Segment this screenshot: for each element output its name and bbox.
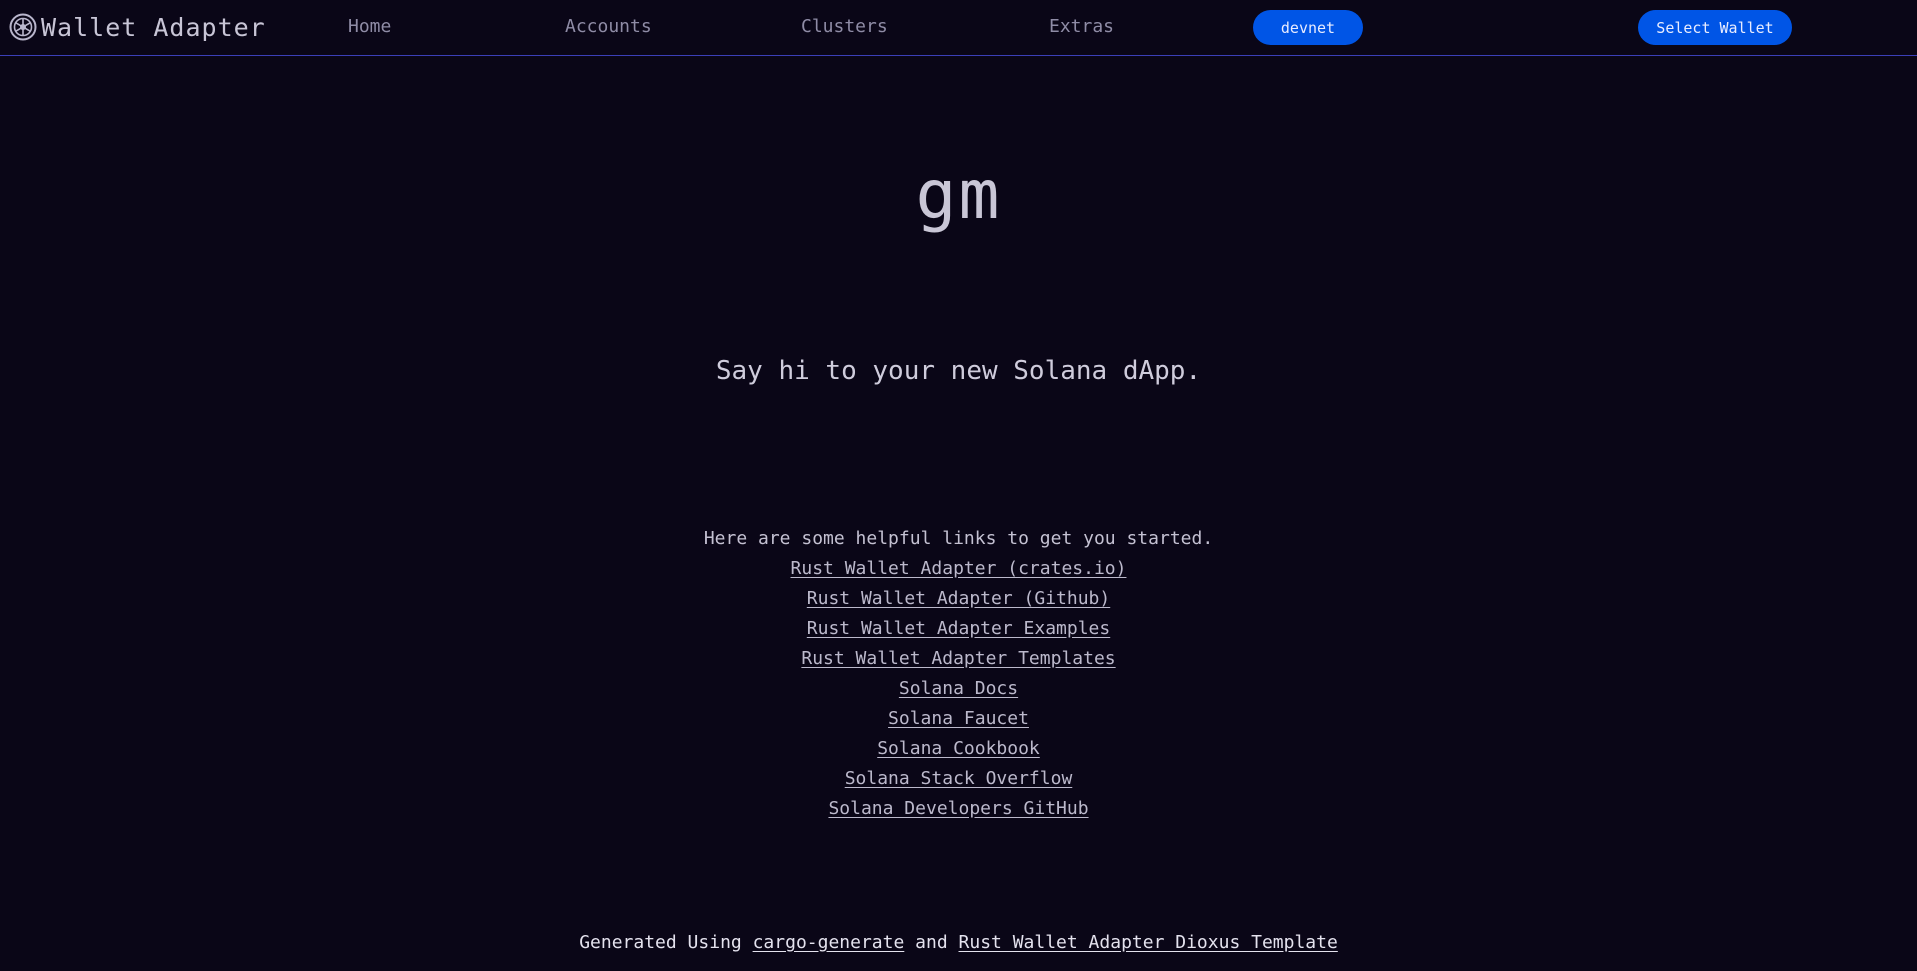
nav-extras-link[interactable]: Extras [1049,16,1114,37]
list-item: Solana Developers GitHub [0,794,1917,824]
brand-home-link[interactable]: Wallet Adapter [9,11,266,43]
cluster-select-button[interactable]: devnet [1253,10,1363,45]
top-navigation-bar: Wallet Adapter Home Accounts Clusters Ex… [0,0,1917,56]
links-intro-text: Here are some helpful links to get you s… [703,528,1214,549]
footer-joiner-text: and [915,932,948,953]
list-item: Solana Stack Overflow [0,764,1917,794]
list-item: Rust Wallet Adapter (Github) [0,584,1917,614]
list-item: Rust Wallet Adapter Templates [0,644,1917,674]
nav-clusters-link[interactable]: Clusters [801,16,888,37]
solana-logo-icon [9,13,37,41]
link-rust-wallet-adapter-crates[interactable]: Rust Wallet Adapter (crates.io) [791,558,1127,579]
nav-accounts-link[interactable]: Accounts [565,16,652,37]
helpful-links-list: Rust Wallet Adapter (crates.io) Rust Wal… [0,554,1917,824]
page-tagline: Say hi to your new Solana dApp. [715,356,1202,386]
list-item: Solana Faucet [0,704,1917,734]
page-title: gm [915,156,1002,235]
list-item: Rust Wallet Adapter Examples [0,614,1917,644]
link-solana-docs[interactable]: Solana Docs [899,678,1018,699]
footer-dioxus-template-link[interactable]: Rust Wallet Adapter Dioxus Template [959,932,1338,953]
link-rust-wallet-adapter-templates[interactable]: Rust Wallet Adapter Templates [801,648,1115,669]
link-rust-wallet-adapter-examples[interactable]: Rust Wallet Adapter Examples [807,618,1110,639]
link-solana-developers-github[interactable]: Solana Developers GitHub [828,798,1088,819]
link-solana-cookbook[interactable]: Solana Cookbook [877,738,1040,759]
list-item: Solana Docs [0,674,1917,704]
footer-cargo-generate-link[interactable]: cargo-generate [753,932,905,953]
brand-title: Wallet Adapter [41,12,266,42]
nav-home-link[interactable]: Home [348,16,391,37]
helpful-links-section: Here are some helpful links to get you s… [0,524,1917,824]
list-item: Solana Cookbook [0,734,1917,764]
link-rust-wallet-adapter-github[interactable]: Rust Wallet Adapter (Github) [807,588,1110,609]
link-solana-stack-overflow[interactable]: Solana Stack Overflow [845,768,1073,789]
footer-prefix-text: Generated Using [579,932,742,953]
list-item: Rust Wallet Adapter (crates.io) [0,554,1917,584]
select-wallet-button[interactable]: Select Wallet [1638,10,1792,45]
link-solana-faucet[interactable]: Solana Faucet [888,708,1029,729]
main-content: gm Say hi to your new Solana dApp. Here … [0,56,1917,971]
page-footer: Generated Using cargo-generate and Rust … [0,932,1917,953]
